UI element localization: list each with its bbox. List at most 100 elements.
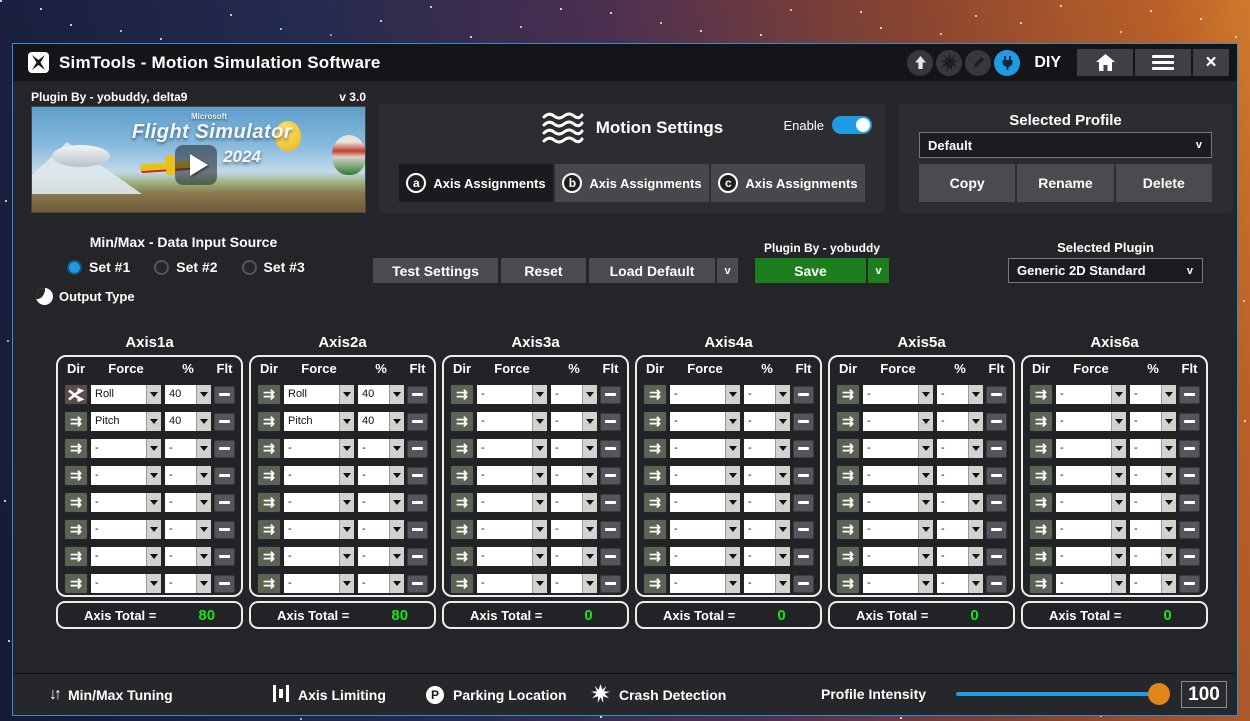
dropdown-arrow-icon[interactable] <box>146 520 161 539</box>
filter-button[interactable] <box>600 575 621 593</box>
filter-button[interactable] <box>600 386 621 404</box>
force-select[interactable]: - <box>476 519 548 540</box>
direction-arrows-icon[interactable]: ⇉ <box>643 438 667 459</box>
filter-button[interactable] <box>214 521 235 539</box>
force-select[interactable]: - <box>1055 573 1127 594</box>
dropdown-arrow-icon[interactable] <box>775 574 790 593</box>
force-select[interactable]: - <box>669 438 741 459</box>
direction-arrows-icon[interactable]: ⇉ <box>64 573 88 594</box>
filter-button[interactable] <box>1179 521 1200 539</box>
tab-axis-assignments-b[interactable]: bAxis Assignments <box>555 164 709 202</box>
percent-select[interactable]: - <box>357 519 405 540</box>
dropdown-arrow-icon[interactable] <box>725 385 740 404</box>
force-select[interactable]: - <box>1055 411 1127 432</box>
filter-button[interactable] <box>986 521 1007 539</box>
percent-select[interactable]: - <box>1129 411 1177 432</box>
percent-select[interactable]: 40 <box>357 384 405 405</box>
dropdown-arrow-icon[interactable] <box>582 574 597 593</box>
tab-axis-assignments-a[interactable]: aAxis Assignments <box>399 164 553 202</box>
dropdown-arrow-icon[interactable] <box>389 493 404 512</box>
dropdown-arrow-icon[interactable] <box>196 385 211 404</box>
dropdown-arrow-icon[interactable] <box>1111 466 1126 485</box>
direction-arrows-icon[interactable]: ⇉ <box>836 573 860 594</box>
force-select[interactable]: - <box>669 546 741 567</box>
direction-arrows-icon[interactable]: ⇉ <box>450 573 474 594</box>
filter-button[interactable] <box>1179 494 1200 512</box>
footer-item-parking-location[interactable]: PParking Location <box>426 674 567 715</box>
percent-select[interactable]: - <box>1129 546 1177 567</box>
dropdown-arrow-icon[interactable] <box>532 547 547 566</box>
dropdown-arrow-icon[interactable] <box>339 439 354 458</box>
dropdown-arrow-icon[interactable] <box>725 493 740 512</box>
dropdown-arrow-icon[interactable] <box>196 547 211 566</box>
force-select[interactable]: Roll <box>90 384 162 405</box>
dropdown-arrow-icon[interactable] <box>968 439 983 458</box>
dropdown-arrow-icon[interactable] <box>532 520 547 539</box>
dropdown-arrow-icon[interactable] <box>725 520 740 539</box>
percent-select[interactable]: - <box>357 546 405 567</box>
direction-arrows-icon[interactable]: ⇉ <box>1029 465 1053 486</box>
save-dropdown-button[interactable]: v <box>868 258 889 283</box>
dropdown-arrow-icon[interactable] <box>146 385 161 404</box>
dropdown-arrow-icon[interactable] <box>582 520 597 539</box>
filter-button[interactable] <box>214 575 235 593</box>
dropdown-arrow-icon[interactable] <box>918 412 933 431</box>
force-select[interactable]: - <box>862 438 934 459</box>
dropdown-arrow-icon[interactable] <box>146 439 161 458</box>
percent-select[interactable]: - <box>550 492 598 513</box>
force-select[interactable]: - <box>476 573 548 594</box>
rename-button[interactable]: Rename <box>1017 164 1113 202</box>
filter-button[interactable] <box>1179 467 1200 485</box>
filter-button[interactable] <box>600 521 621 539</box>
dropdown-arrow-icon[interactable] <box>582 493 597 512</box>
force-select[interactable]: - <box>283 546 355 567</box>
dropdown-arrow-icon[interactable] <box>146 547 161 566</box>
radio-set-1[interactable]: Set #1 <box>67 259 130 275</box>
percent-select[interactable]: - <box>164 492 212 513</box>
dropdown-arrow-icon[interactable] <box>389 412 404 431</box>
dropdown-arrow-icon[interactable] <box>968 520 983 539</box>
profile-intensity-slider[interactable] <box>956 692 1168 696</box>
direction-arrows-icon[interactable]: ⇉ <box>257 492 281 513</box>
dropdown-arrow-icon[interactable] <box>532 466 547 485</box>
filter-button[interactable] <box>600 548 621 566</box>
force-select[interactable]: - <box>862 465 934 486</box>
dropdown-arrow-icon[interactable] <box>775 466 790 485</box>
dropdown-arrow-icon[interactable] <box>582 547 597 566</box>
direction-arrows-icon[interactable]: ⇉ <box>64 411 88 432</box>
force-select[interactable]: - <box>90 546 162 567</box>
percent-select[interactable]: - <box>357 465 405 486</box>
dropdown-arrow-icon[interactable] <box>1111 439 1126 458</box>
force-select[interactable]: - <box>669 492 741 513</box>
dropdown-arrow-icon[interactable] <box>725 547 740 566</box>
dropdown-arrow-icon[interactable] <box>1111 574 1126 593</box>
percent-select[interactable]: - <box>550 546 598 567</box>
direction-arrows-icon[interactable]: ⇉ <box>450 411 474 432</box>
percent-select[interactable]: - <box>936 411 984 432</box>
force-select[interactable]: - <box>862 546 934 567</box>
dropdown-arrow-icon[interactable] <box>389 439 404 458</box>
direction-crossed-arrows-icon[interactable] <box>64 384 88 405</box>
dropdown-arrow-icon[interactable] <box>725 574 740 593</box>
percent-select[interactable]: - <box>743 573 791 594</box>
percent-select[interactable]: - <box>357 573 405 594</box>
radio-indicator[interactable] <box>154 260 169 275</box>
direction-arrows-icon[interactable]: ⇉ <box>836 546 860 567</box>
percent-select[interactable]: - <box>743 438 791 459</box>
percent-select[interactable]: - <box>357 492 405 513</box>
filter-button[interactable] <box>793 413 814 431</box>
tab-axis-assignments-c[interactable]: cAxis Assignments <box>711 164 865 202</box>
filter-button[interactable] <box>214 467 235 485</box>
dropdown-arrow-icon[interactable] <box>1111 493 1126 512</box>
force-select[interactable]: - <box>862 492 934 513</box>
percent-select[interactable]: - <box>164 546 212 567</box>
force-select[interactable]: - <box>476 492 548 513</box>
dropdown-arrow-icon[interactable] <box>532 439 547 458</box>
filter-button[interactable] <box>407 467 428 485</box>
percent-select[interactable]: - <box>1129 519 1177 540</box>
filter-button[interactable] <box>986 548 1007 566</box>
filter-button[interactable] <box>407 386 428 404</box>
percent-select[interactable]: - <box>550 573 598 594</box>
dropdown-arrow-icon[interactable] <box>196 412 211 431</box>
filter-button[interactable] <box>986 413 1007 431</box>
